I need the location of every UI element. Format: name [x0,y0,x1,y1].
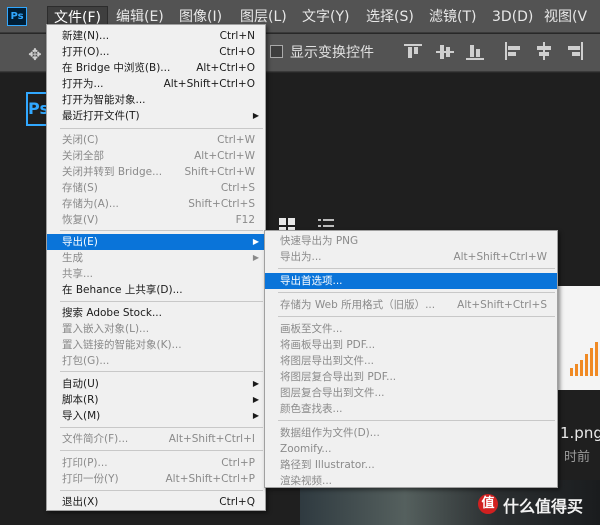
menu-item-place-embedded[interactable]: 置入嵌入对象(L)... [47,321,265,337]
menu-item-file-info[interactable]: 文件简介(F)... Alt+Shift+Ctrl+I [47,431,265,447]
menu-item-place-linked[interactable]: 置入链接的智能对象(K)... [47,337,265,353]
menu-separator [278,316,555,317]
menu-item-layers-to-files[interactable]: 将图层导出到文件... [265,353,557,369]
menu-item-import[interactable]: 导入(M) ▶ [47,408,265,424]
menu-item-close-and-go-to-bridge[interactable]: 关闭并转到 Bridge... Shift+Ctrl+W [47,164,265,180]
menu-item-search-adobe-stock[interactable]: 搜索 Adobe Stock... [47,305,265,321]
menu-item-open-recent[interactable]: 最近打开文件(T) ▶ [47,108,265,124]
menu-item-save-as[interactable]: 存储为(A)... Shift+Ctrl+S [47,196,265,212]
menu-item-browse-in-bridge[interactable]: 在 Bridge 中浏览(B)... Alt+Ctrl+O [47,60,265,76]
menu-item-generate[interactable]: 生成 ▶ [47,250,265,266]
menu-filter[interactable]: 滤镜(T) [423,6,482,28]
menu-item-color-lookup-tables[interactable]: 颜色查找表... [265,401,557,417]
recent-file-thumbnail[interactable] [556,286,600,390]
menu-item-export[interactable]: 导出(E) ▶ [47,234,265,250]
menu-item-zoomify[interactable]: Zoomify... [265,441,557,457]
menu-separator [60,301,263,302]
menu-item-share-on-behance[interactable]: 在 Behance 上共享(D)... [47,282,265,298]
submenu-arrow-icon: ▶ [252,253,259,262]
menu-item-print[interactable]: 打印(P)... Ctrl+P [47,455,265,471]
menu-separator [60,371,263,372]
menu-separator [278,420,555,421]
align-vertical-center-icon[interactable] [436,42,454,62]
menu-item-exit[interactable]: 退出(X) Ctrl+Q [47,494,265,510]
menu-item-open-as-smart-object[interactable]: 打开为智能对象... [47,92,265,108]
photoshop-logo-icon: Ps [7,7,27,26]
menu-item-print-one-copy[interactable]: 打印一份(Y) Alt+Shift+Ctrl+P [47,471,265,487]
menu-view[interactable]: 视图(V [538,6,593,28]
menu-item-artboards-to-files[interactable]: 画板至文件... [265,321,557,337]
menu-item-close-all[interactable]: 关闭全部 Alt+Ctrl+W [47,148,265,164]
show-transform-checkbox[interactable] [270,45,283,58]
menu-item-quick-export-png[interactable]: 快速导出为 PNG [265,233,557,249]
menu-item-paths-to-illustrator[interactable]: 路径到 Illustrator... [265,457,557,473]
align-top-icon[interactable] [404,42,422,62]
menu-item-layer-comps-to-files[interactable]: 图层复合导出到文件... [265,385,557,401]
menu-item-automate[interactable]: 自动(U) ▶ [47,376,265,392]
watermark-text: 什么值得买 [503,497,584,516]
menu-item-share[interactable]: 共享... [47,266,265,282]
menu-item-package[interactable]: 打包(G)... [47,353,265,369]
menu-separator [60,230,263,231]
menu-item-render-video[interactable]: 渲染视频... [265,473,557,489]
file-menu-dropdown: 新建(N)... Ctrl+N 打开(O)... Ctrl+O 在 Bridge 中… [46,24,266,511]
menu-select[interactable]: 选择(S) [360,6,420,28]
menu-type[interactable]: 文字(Y) [296,6,355,28]
menu-item-open[interactable]: 打开(O)... Ctrl+O [47,44,265,60]
menu-item-open-as[interactable]: 打开为... Alt+Shift+Ctrl+O [47,76,265,92]
menu-item-export-as[interactable]: 导出为... Alt+Shift+Ctrl+W [265,249,557,265]
menu-item-artboards-to-pdf[interactable]: 将画板导出到 PDF... [265,337,557,353]
menu-item-close[interactable]: 关闭(C) Ctrl+W [47,132,265,148]
menu-item-save[interactable]: 存储(S) Ctrl+S [47,180,265,196]
watermark-logo-icon: 值 [478,494,498,514]
menu-item-revert[interactable]: 恢复(V) F12 [47,212,265,228]
menu-separator [60,128,263,129]
menu-separator [60,490,263,491]
submenu-arrow-icon: ▶ [252,395,259,404]
menu-item-export-preferences[interactable]: 导出首选项... [265,273,557,289]
menu-item-layer-comps-to-pdf[interactable]: 将图层复合导出到 PDF... [265,369,557,385]
submenu-arrow-icon: ▶ [252,379,259,388]
show-transform-label: 显示变换控件 [290,45,374,61]
menu-item-new[interactable]: 新建(N)... Ctrl+N [47,28,265,44]
align-right-icon[interactable] [566,42,584,62]
align-bottom-icon[interactable] [466,42,484,62]
menu-item-scripts[interactable]: 脚本(R) ▶ [47,392,265,408]
submenu-arrow-icon: ▶ [252,111,259,120]
submenu-arrow-icon: ▶ [252,237,259,246]
recent-file-time: 时前 [564,450,591,465]
menu-separator [278,268,555,269]
submenu-arrow-icon: ▶ [252,411,259,420]
export-submenu-dropdown: 快速导出为 PNG 导出为... Alt+Shift+Ctrl+W 导出首选项..… [264,230,558,488]
recent-file-name[interactable]: 1.png [560,424,600,442]
menu-3d[interactable]: 3D(D) [486,6,539,28]
menu-item-save-for-web-legacy[interactable]: 存储为 Web 所用格式（旧版）... Alt+Shift+Ctrl+S [265,297,557,313]
align-horizontal-center-icon[interactable] [535,42,553,62]
menu-item-data-sets-as-files[interactable]: 数据组作为文件(D)... [265,425,557,441]
menu-separator [60,450,263,451]
move-tool-icon[interactable]: ✥ [25,45,45,65]
align-left-icon[interactable] [504,42,522,62]
menu-separator [60,427,263,428]
menu-separator [278,292,555,293]
